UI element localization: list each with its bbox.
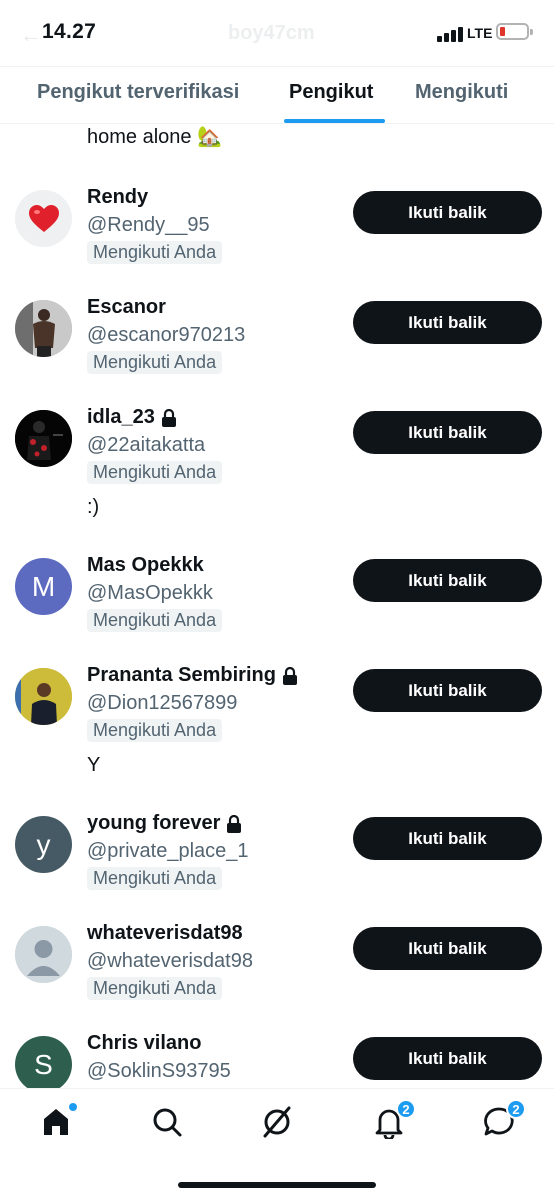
avatar-letter: M: [31, 570, 56, 602]
user-handle: @Rendy__95: [87, 214, 210, 236]
notifications-tab[interactable]: 2: [372, 1099, 416, 1141]
user-name[interactable]: idla_23: [87, 406, 177, 429]
heart-icon: [28, 204, 59, 232]
grok-icon: [263, 1106, 291, 1138]
tab-verified-followers[interactable]: Pengikut terverifikasi: [37, 81, 239, 104]
user-name[interactable]: Escanor: [87, 296, 166, 319]
default-avatar-icon: [15, 926, 72, 983]
signal-icon: [437, 24, 463, 42]
user-name[interactable]: Prananta Sembiring: [87, 664, 298, 687]
status-bar: ← boy47cm 14.27 LTE: [0, 0, 554, 66]
avatar[interactable]: M: [15, 558, 72, 615]
followers-list: home alone 🏡 Rendy @Rendy__95 Mengikuti …: [0, 124, 554, 1088]
follow-back-button[interactable]: Ikuti balik: [353, 301, 542, 344]
avatar-letter: S: [34, 1048, 53, 1080]
avatar[interactable]: S: [15, 1036, 72, 1088]
home-indicator[interactable]: [178, 1182, 376, 1188]
follows-you-badge: Mengikuti Anda: [87, 241, 223, 264]
follows-you-badge: Mengikuti Anda: [87, 609, 223, 632]
profile-title: boy47cm: [228, 22, 315, 44]
lock-icon: [282, 666, 297, 685]
avatar[interactable]: [15, 926, 72, 983]
user-bio: :): [87, 496, 100, 518]
avatar[interactable]: [15, 190, 72, 247]
follows-you-badge: Mengikuti Anda: [87, 719, 223, 742]
lock-icon: [161, 408, 176, 427]
active-tab-indicator: [284, 119, 385, 123]
user-handle: @private_place_1: [87, 840, 249, 862]
battery-icon: [496, 23, 533, 40]
tab-following[interactable]: Mengikuti: [415, 81, 508, 104]
user-handle: @SoklinS93795: [87, 1060, 231, 1082]
bottom-navigation: 2 2: [0, 1088, 554, 1199]
user-handle: @whateverisdat98: [87, 950, 253, 972]
follow-back-button[interactable]: Ikuti balik: [353, 1037, 542, 1080]
profile-photo: [15, 668, 72, 725]
follows-you-badge: Mengikuti Anda: [87, 351, 223, 374]
follower-tabs: Pengikut terverifikasi Pengikut Mengikut…: [0, 66, 554, 124]
grok-tab[interactable]: [260, 1105, 294, 1139]
avatar[interactable]: [15, 668, 72, 725]
tab-followers[interactable]: Pengikut: [289, 81, 373, 104]
back-arrow-icon[interactable]: ←: [20, 22, 42, 48]
follows-you-badge: Mengikuti Anda: [87, 977, 223, 1000]
search-tab[interactable]: [150, 1105, 184, 1139]
user-bio: Y: [87, 754, 101, 776]
follow-back-button[interactable]: Ikuti balik: [353, 927, 542, 970]
notifications-count-badge: 2: [396, 1099, 416, 1119]
user-handle: @escanor970213: [87, 324, 246, 346]
user-name[interactable]: Mas Opekkk: [87, 554, 204, 577]
user-name[interactable]: young forever: [87, 812, 242, 835]
search-icon: [153, 1108, 182, 1137]
messages-tab[interactable]: 2: [482, 1099, 526, 1139]
avatar[interactable]: [15, 410, 72, 467]
user-name[interactable]: Rendy: [87, 186, 148, 209]
follow-back-button[interactable]: Ikuti balik: [353, 817, 542, 860]
follows-you-badge: Mengikuti Anda: [87, 867, 223, 890]
profile-photo: [15, 300, 72, 357]
follow-back-button[interactable]: Ikuti balik: [353, 411, 542, 454]
avatar-letter: y: [36, 828, 51, 860]
user-name[interactable]: whateverisdat98: [87, 922, 243, 945]
messages-count-badge: 2: [506, 1099, 526, 1119]
home-icon: [44, 1109, 68, 1135]
user-handle: @22aitakatta: [87, 434, 206, 456]
avatar[interactable]: y: [15, 816, 72, 873]
user-name[interactable]: Chris vilano: [87, 1032, 201, 1055]
previous-item-bio: home alone 🏡: [87, 126, 222, 148]
follow-back-button[interactable]: Ikuti balik: [353, 669, 542, 712]
lock-icon: [227, 814, 242, 833]
follow-back-button[interactable]: Ikuti balik: [353, 191, 542, 234]
follows-you-badge: Mengikuti Anda: [87, 461, 223, 484]
new-content-dot: [69, 1103, 77, 1111]
avatar[interactable]: [15, 300, 72, 357]
home-tab[interactable]: [39, 1103, 77, 1139]
user-handle: @Dion12567899: [87, 692, 238, 714]
user-handle: @MasOpekkk: [87, 582, 213, 604]
network-label: LTE: [467, 25, 493, 41]
profile-photo: [15, 410, 72, 467]
status-time: 14.27: [42, 20, 97, 43]
follow-back-button[interactable]: Ikuti balik: [353, 559, 542, 602]
